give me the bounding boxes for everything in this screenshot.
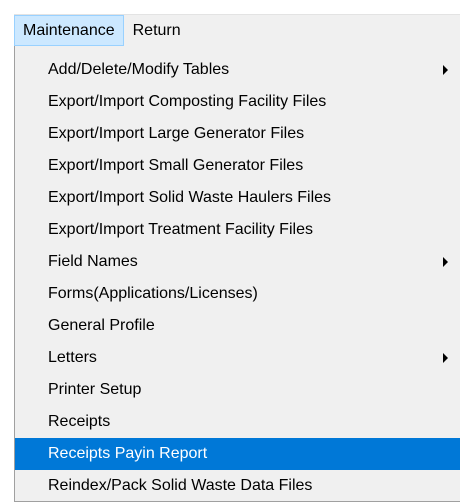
menu-maintenance[interactable]: Maintenance bbox=[14, 15, 124, 46]
menu-item-letters[interactable]: Letters bbox=[15, 342, 460, 374]
window-top-strip bbox=[0, 0, 460, 14]
menu-item-add-delete-modify-tables[interactable]: Add/Delete/Modify Tables bbox=[15, 54, 460, 86]
menu-item-label: Export/Import Small Generator Files bbox=[48, 157, 304, 174]
menu-item-receipts-payin-report[interactable]: Receipts Payin Report bbox=[15, 438, 460, 470]
menu-item-field-names[interactable]: Field Names bbox=[15, 246, 460, 278]
menu-item-label: Receipts Payin Report bbox=[48, 445, 208, 462]
chevron-right-icon bbox=[443, 65, 448, 75]
menu-item-label: Export/Import Solid Waste Haulers Files bbox=[48, 189, 332, 206]
menu-item-label: General Profile bbox=[48, 317, 155, 334]
menu-item-label: Receipts bbox=[48, 413, 111, 430]
menu-item-printer-setup[interactable]: Printer Setup bbox=[15, 374, 460, 406]
menu-item-reindex-pack-solid-waste-data-files[interactable]: Reindex/Pack Solid Waste Data Files bbox=[15, 470, 460, 502]
menu-item-label: Forms(Applications/Licenses) bbox=[48, 285, 258, 302]
menu-item-label: Printer Setup bbox=[48, 381, 142, 398]
menu-item-forms-applications-licenses[interactable]: Forms(Applications/Licenses) bbox=[15, 278, 460, 310]
maintenance-dropdown-menu: Add/Delete/Modify Tables Export/Import C… bbox=[14, 46, 460, 502]
menu-item-label: Reindex/Pack Solid Waste Data Files bbox=[48, 477, 313, 494]
menu-bar: Maintenance Return bbox=[14, 14, 460, 46]
menu-item-export-import-treatment-facility-files[interactable]: Export/Import Treatment Facility Files bbox=[15, 214, 460, 246]
menu-item-label: Add/Delete/Modify Tables bbox=[48, 61, 230, 78]
menu-item-general-profile[interactable]: General Profile bbox=[15, 310, 460, 342]
menu-item-receipts[interactable]: Receipts bbox=[15, 406, 460, 438]
menu-item-label: Field Names bbox=[48, 253, 138, 270]
menu-item-label: Export/Import Treatment Facility Files bbox=[48, 221, 313, 238]
chevron-right-icon bbox=[443, 353, 448, 363]
menu-item-label: Export/Import Large Generator Files bbox=[48, 125, 305, 142]
menu-item-export-import-composting-facility-files[interactable]: Export/Import Composting Facility Files bbox=[15, 86, 460, 118]
menu-item-label: Export/Import Composting Facility Files bbox=[48, 93, 327, 110]
menu-item-export-import-solid-waste-haulers-files[interactable]: Export/Import Solid Waste Haulers Files bbox=[15, 182, 460, 214]
menu-item-export-import-small-generator-files[interactable]: Export/Import Small Generator Files bbox=[15, 150, 460, 182]
menu-return-label: Return bbox=[132, 21, 181, 39]
chevron-right-icon bbox=[443, 257, 448, 267]
menu-maintenance-label: Maintenance bbox=[23, 21, 115, 39]
menu-item-export-import-large-generator-files[interactable]: Export/Import Large Generator Files bbox=[15, 118, 460, 150]
menu-item-label: Letters bbox=[48, 349, 97, 366]
menu-return[interactable]: Return bbox=[124, 15, 190, 46]
